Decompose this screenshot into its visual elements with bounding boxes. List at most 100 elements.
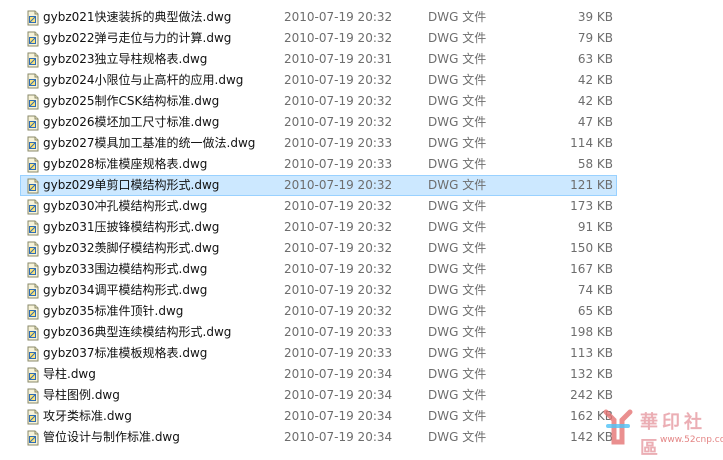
file-name: gybz024小限位与止高杆的应用.dwg xyxy=(43,73,244,87)
file-name: gybz034调平模结构形式.dwg xyxy=(43,283,208,297)
watermark-url: www.52cnp.com xyxy=(660,435,723,445)
file-type: DWG 文件 xyxy=(428,430,487,444)
file-row[interactable]: gybz028标准模座规格表.dwg 2010-07-19 20:33 DWG 文件… xyxy=(20,154,617,175)
file-type: DWG 文件 xyxy=(428,241,487,255)
file-type: DWG 文件 xyxy=(428,409,487,423)
file-size: 91 KB xyxy=(577,220,613,234)
file-date-modified: 2010-07-19 20:32 xyxy=(284,178,393,192)
file-name: gybz030冲孔模结构形式.dwg xyxy=(43,199,208,213)
file-name: gybz035标准件顶针.dwg xyxy=(43,304,184,318)
file-type: DWG 文件 xyxy=(428,10,487,24)
file-date-modified: 2010-07-19 20:32 xyxy=(284,262,393,276)
dwg-file-icon xyxy=(25,409,41,425)
file-type: DWG 文件 xyxy=(428,220,487,234)
file-date-modified: 2010-07-19 20:32 xyxy=(284,10,393,24)
file-type: DWG 文件 xyxy=(428,388,487,402)
file-row[interactable]: gybz023独立导柱规格表.dwg 2010-07-19 20:31 DWG 文件… xyxy=(20,49,617,70)
dwg-file-icon xyxy=(25,262,41,278)
file-name: 导柱图例.dwg xyxy=(43,388,120,402)
file-size: 42 KB xyxy=(577,94,613,108)
file-size: 63 KB xyxy=(577,52,613,66)
file-row[interactable]: gybz030冲孔模结构形式.dwg 2010-07-19 20:32 DWG 文件… xyxy=(20,196,617,217)
dwg-file-icon xyxy=(25,304,41,320)
file-row[interactable]: 导柱.dwg 2010-07-19 20:34 DWG 文件 132 KB xyxy=(20,364,617,385)
file-row[interactable]: gybz025制作CSK结构标准.dwg 2010-07-19 20:32 DWG … xyxy=(20,91,617,112)
file-row[interactable]: gybz033围边模结构形式.dwg 2010-07-19 20:32 DWG 文件… xyxy=(20,259,617,280)
file-date-modified: 2010-07-19 20:34 xyxy=(284,388,393,402)
file-name: 导柱.dwg xyxy=(43,367,96,381)
file-row[interactable]: gybz024小限位与止高杆的应用.dwg 2010-07-19 20:32 DWG… xyxy=(20,70,617,91)
file-date-modified: 2010-07-19 20:32 xyxy=(284,220,393,234)
watermark-text: 華印社區 xyxy=(640,412,706,459)
file-row[interactable]: 攻牙类标准.dwg 2010-07-19 20:34 DWG 文件 162 KB xyxy=(20,406,617,427)
file-type: DWG 文件 xyxy=(428,325,487,339)
file-size: 42 KB xyxy=(577,73,613,87)
file-name: gybz037标准模板规格表.dwg xyxy=(43,346,208,360)
file-size: 114 KB xyxy=(570,136,613,150)
file-date-modified: 2010-07-19 20:33 xyxy=(284,157,393,171)
file-type: DWG 文件 xyxy=(428,136,487,150)
file-list: gybz021快速装拆的典型做法.dwg 2010-07-19 20:32 DWG … xyxy=(0,0,723,449)
file-name: gybz032羡脚仔模结构形式.dwg xyxy=(43,241,220,255)
file-type: DWG 文件 xyxy=(428,346,487,360)
file-type: DWG 文件 xyxy=(428,367,487,381)
file-name: 管位设计与制作标准.dwg xyxy=(43,430,180,444)
file-size: 47 KB xyxy=(577,115,613,129)
dwg-file-icon xyxy=(25,115,41,131)
file-name: gybz029单剪口模结构形式.dwg xyxy=(43,178,220,192)
dwg-file-icon xyxy=(25,367,41,383)
file-row[interactable]: 导柱图例.dwg 2010-07-19 20:34 DWG 文件 242 KB xyxy=(20,385,617,406)
file-date-modified: 2010-07-19 20:31 xyxy=(284,52,393,66)
file-row[interactable]: gybz036典型连续模结构形式.dwg 2010-07-19 20:33 DWG … xyxy=(20,322,617,343)
file-name: gybz028标准模座规格表.dwg xyxy=(43,157,208,171)
file-date-modified: 2010-07-19 20:33 xyxy=(284,325,393,339)
file-name: gybz031压披锋模结构形式.dwg xyxy=(43,220,220,234)
file-row[interactable]: gybz027模具加工基准的统一做法.dwg 2010-07-19 20:33 DW… xyxy=(20,133,617,154)
watermark-logo-icon xyxy=(603,409,633,445)
dwg-file-icon xyxy=(25,136,41,152)
file-type: DWG 文件 xyxy=(428,73,487,87)
watermark: 華印社區 www.52cnp.com xyxy=(596,404,723,459)
file-date-modified: 2010-07-19 20:33 xyxy=(284,346,393,360)
dwg-file-icon xyxy=(25,388,41,404)
file-row[interactable]: gybz022弹弓走位与力的计算.dwg 2010-07-19 20:32 DWG … xyxy=(20,28,617,49)
file-row[interactable]: gybz035标准件顶针.dwg 2010-07-19 20:32 DWG 文件 65… xyxy=(20,301,617,322)
file-row[interactable]: gybz034调平模结构形式.dwg 2010-07-19 20:32 DWG 文件… xyxy=(20,280,617,301)
file-date-modified: 2010-07-19 20:32 xyxy=(284,115,393,129)
file-date-modified: 2010-07-19 20:32 xyxy=(284,199,393,213)
file-size: 65 KB xyxy=(577,304,613,318)
file-size: 79 KB xyxy=(577,31,613,45)
file-row[interactable]: gybz032羡脚仔模结构形式.dwg 2010-07-19 20:32 DWG 文… xyxy=(20,238,617,259)
dwg-file-icon xyxy=(25,325,41,341)
file-type: DWG 文件 xyxy=(428,31,487,45)
file-type: DWG 文件 xyxy=(428,262,487,276)
file-date-modified: 2010-07-19 20:34 xyxy=(284,409,393,423)
dwg-file-icon xyxy=(25,94,41,110)
file-row[interactable]: 管位设计与制作标准.dwg 2010-07-19 20:34 DWG 文件 142 K… xyxy=(20,427,617,448)
file-size: 150 KB xyxy=(570,241,613,255)
file-type: DWG 文件 xyxy=(428,178,487,192)
file-type: DWG 文件 xyxy=(428,115,487,129)
file-name: gybz022弹弓走位与力的计算.dwg xyxy=(43,31,232,45)
file-row[interactable]: gybz031压披锋模结构形式.dwg 2010-07-19 20:32 DWG 文… xyxy=(20,217,617,238)
file-name: gybz027模具加工基准的统一做法.dwg xyxy=(43,136,256,150)
file-row[interactable]: gybz037标准模板规格表.dwg 2010-07-19 20:33 DWG 文件… xyxy=(20,343,617,364)
file-type: DWG 文件 xyxy=(428,199,487,213)
dwg-file-icon xyxy=(25,199,41,215)
file-name: gybz023独立导柱规格表.dwg xyxy=(43,52,208,66)
file-name: 攻牙类标准.dwg xyxy=(43,409,132,423)
file-size: 242 KB xyxy=(570,388,613,402)
file-size: 58 KB xyxy=(577,157,613,171)
file-date-modified: 2010-07-19 20:32 xyxy=(284,94,393,108)
file-size: 167 KB xyxy=(570,262,613,276)
file-row[interactable]: gybz021快速装拆的典型做法.dwg 2010-07-19 20:32 DWG … xyxy=(20,7,617,28)
dwg-file-icon xyxy=(25,178,41,194)
file-row[interactable]: gybz029单剪口模结构形式.dwg 2010-07-19 20:32 DWG 文… xyxy=(20,175,617,196)
file-row[interactable]: gybz026模坯加工尺寸标准.dwg 2010-07-19 20:32 DWG 文… xyxy=(20,112,617,133)
dwg-file-icon xyxy=(25,283,41,299)
file-size: 121 KB xyxy=(570,178,613,192)
file-date-modified: 2010-07-19 20:32 xyxy=(284,283,393,297)
file-date-modified: 2010-07-19 20:34 xyxy=(284,430,393,444)
dwg-file-icon xyxy=(25,346,41,362)
file-type: DWG 文件 xyxy=(428,304,487,318)
